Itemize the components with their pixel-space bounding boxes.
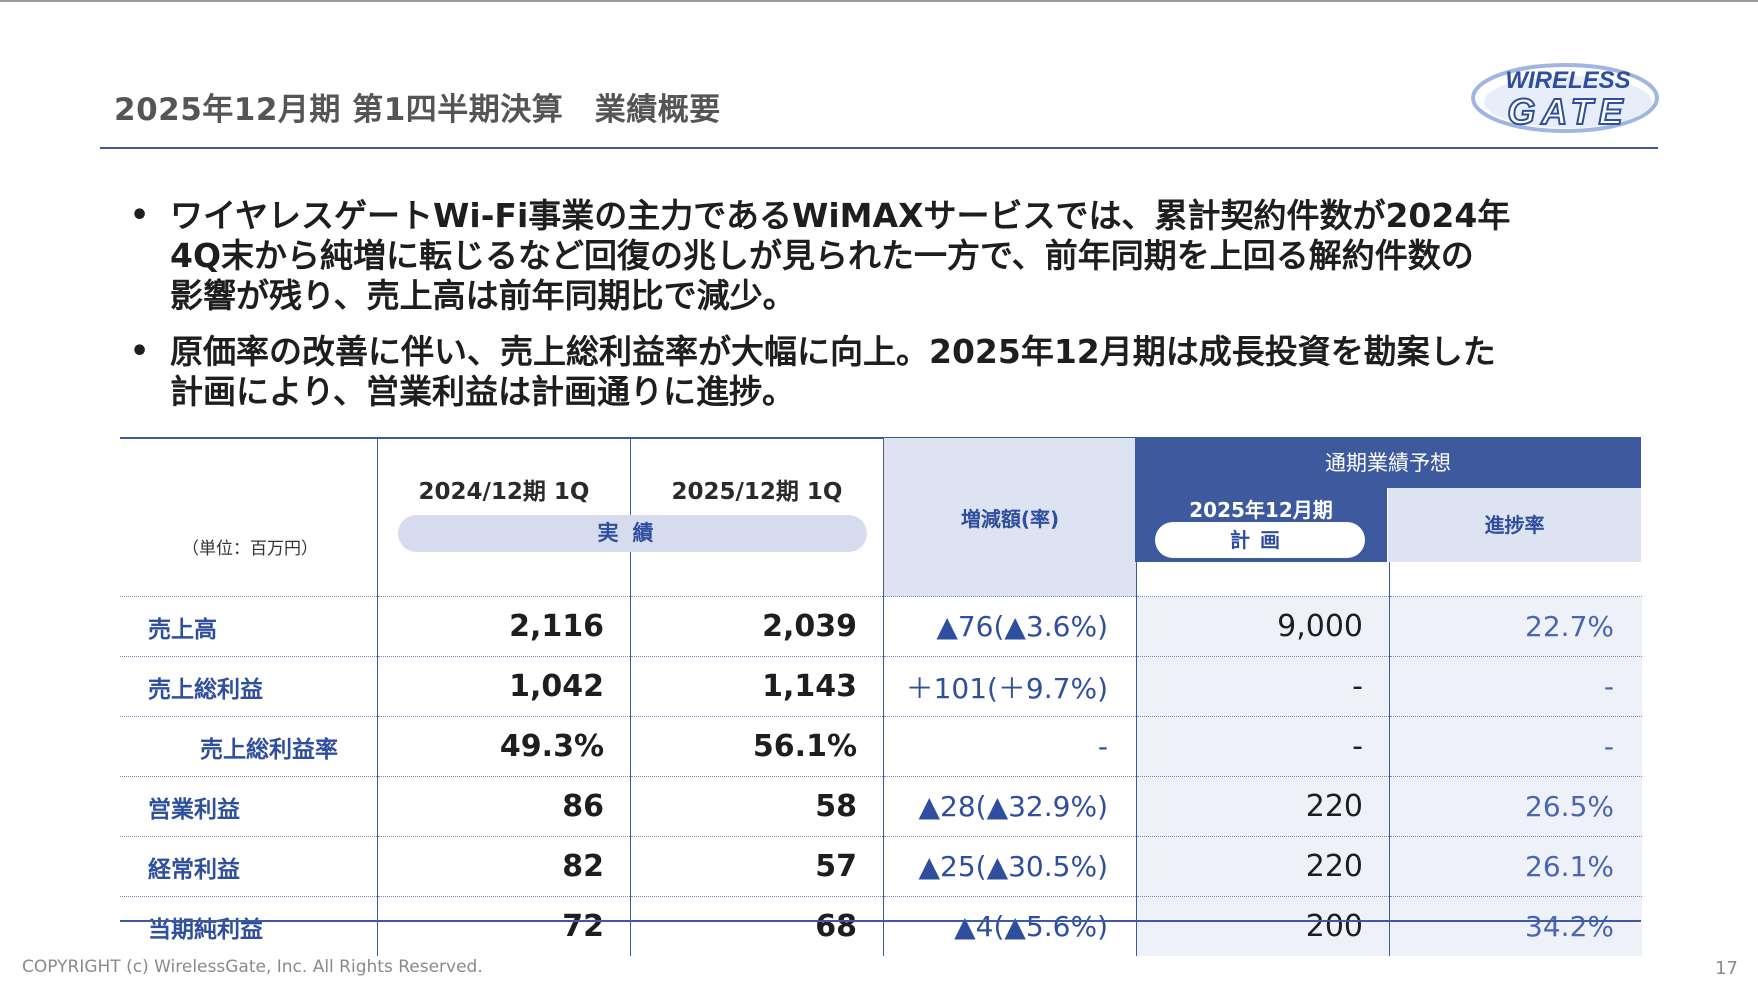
row-prev-value: 72 [377,896,631,956]
row-diff-value: ▲4(▲5.6%) [883,896,1137,956]
summary-bullets: ワイヤレスゲートWi-Fi事業の主力であるWiMAXサービスでは、累計契約件数が… [130,196,1650,428]
forecast-plan-year: 2025年12月期 [1189,498,1333,522]
row-cur-value: 57 [630,836,884,897]
row-label: 売上総利益率 [120,716,378,777]
row-cur-value: 58 [630,776,884,837]
row-label: 売上総利益 [120,656,378,717]
svg-text:GATE: GATE [1507,91,1628,132]
wireless-gate-logo: WIRELESS GATE [1471,63,1659,133]
copyright-footer: COPYRIGHT (c) WirelessGate, Inc. All Rig… [22,957,483,977]
row-plan-value: 9,000 [1136,596,1390,657]
row-progress-value: 34.2% [1389,896,1642,956]
row-progress-value: - [1389,716,1642,777]
row-label: 営業利益 [120,776,378,837]
row-plan-value: 220 [1136,836,1390,897]
row-diff-value: ▲76(▲3.6%) [883,596,1137,657]
row-diff-value: ▲28(▲32.9%) [883,776,1137,837]
table-bottom-rule [120,920,1641,922]
header-label-cell: （単位：百万円） [120,438,378,597]
row-cur-value: 2,039 [630,596,884,657]
row-plan-value: 220 [1136,776,1390,837]
row-plan-value: - [1136,656,1390,717]
row-plan-value: - [1136,716,1390,777]
row-cur-value: 1,143 [630,656,884,717]
row-label: 当期純利益 [120,896,378,956]
row-progress-value: 26.5% [1389,776,1642,837]
row-prev-value: 1,042 [377,656,631,717]
table-row: 経常利益 82 57 ▲25(▲30.5%) 220 26.1% [120,836,1642,897]
row-diff-value: ＋101(＋9.7%) [883,656,1137,717]
row-label: 売上高 [120,596,378,657]
bullet-sales: ワイヤレスゲートWi-Fi事業の主力であるWiMAXサービスでは、累計契約件数が… [130,196,1650,316]
row-plan-value: 200 [1136,896,1390,956]
table-row: 売上高 2,116 2,039 ▲76(▲3.6%) 9,000 22.7% [120,596,1642,657]
forecast-plan-header: 2025年12月期 計画 [1135,488,1387,562]
page-number: 17 [1715,958,1738,979]
page-title: 2025年12月期 第1四半期決算 業績概要 [114,92,721,128]
row-prev-value: 2,116 [377,596,631,657]
row-progress-value: 22.7% [1389,596,1642,657]
forecast-header: 通期業績予想 2025年12月期 計画 進捗率 [1135,438,1641,562]
table-row: 当期純利益 72 68 ▲4(▲5.6%) 200 34.2% [120,896,1642,956]
row-progress-value: - [1389,656,1642,717]
header-diff: 増減額(率) [883,438,1137,597]
row-cur-value: 56.1% [630,716,884,777]
actual-results-pill: 実績 [398,515,867,552]
row-prev-value: 49.3% [377,716,631,777]
forecast-title: 通期業績予想 [1135,438,1641,488]
forecast-progress-header: 進捗率 [1388,488,1641,562]
row-progress-value: 26.1% [1389,836,1642,897]
table-row: 営業利益 86 58 ▲28(▲32.9%) 220 26.5% [120,776,1642,837]
top-border-line [0,0,1758,2]
row-prev-value: 86 [377,776,631,837]
svg-text:WIRELESS: WIRELESS [1505,67,1630,94]
row-cur-value: 68 [630,896,884,956]
table-row: 売上総利益 1,042 1,143 ＋101(＋9.7%) - - [120,656,1642,717]
table-row: 売上総利益率 49.3% 56.1% - - - [120,716,1642,777]
forecast-plan-pill: 計画 [1155,522,1365,558]
row-label: 経常利益 [120,836,378,897]
bullet-profit: 原価率の改善に伴い、売上総利益率が大幅に向上。2025年12月期は成長投資を勘案… [130,332,1650,412]
row-diff-value: - [883,716,1137,777]
row-diff-value: ▲25(▲30.5%) [883,836,1137,897]
title-divider [100,147,1658,149]
unit-label: （単位：百万円） [182,539,318,559]
row-prev-value: 82 [377,836,631,897]
